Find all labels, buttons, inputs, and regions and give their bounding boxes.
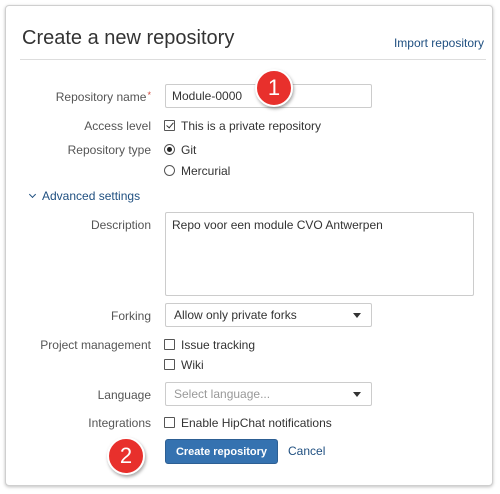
- hipchat-label: Enable HipChat notifications: [181, 416, 332, 430]
- mercurial-label: Mercurial: [181, 164, 231, 178]
- hipchat-checkbox[interactable]: [164, 417, 175, 428]
- advanced-settings-toggle[interactable]: Advanced settings: [28, 189, 141, 203]
- annotation-marker-2: 2: [107, 437, 145, 475]
- forking-select[interactable]: Allow only private forks: [165, 303, 372, 327]
- git-radio[interactable]: [164, 144, 175, 155]
- repository-name-label: Repository name*: [55, 90, 151, 104]
- caret-down-icon: [353, 313, 361, 318]
- issue-tracking-checkbox[interactable]: [164, 339, 175, 350]
- forking-label: Forking: [110, 309, 151, 323]
- repository-type-label: Repository type: [67, 143, 151, 157]
- chevron-down-icon: [28, 190, 37, 199]
- git-label: Git: [181, 143, 197, 157]
- caret-down-icon: [353, 392, 361, 397]
- wiki-checkbox[interactable]: [164, 359, 175, 370]
- advanced-settings-label: Advanced settings: [42, 189, 141, 203]
- private-repository-checkbox[interactable]: [164, 120, 175, 131]
- issue-tracking-label: Issue tracking: [181, 338, 256, 352]
- language-select[interactable]: Select language...: [165, 382, 372, 406]
- page-title: Create a new repository: [22, 27, 235, 49]
- language-label: Language: [97, 388, 151, 402]
- wiki-label: Wiki: [181, 358, 204, 372]
- integrations-label: Integrations: [88, 416, 151, 430]
- import-repository-link[interactable]: Import repository: [394, 36, 484, 50]
- cancel-link[interactable]: Cancel: [288, 444, 325, 458]
- annotation-marker-1: 1: [255, 69, 293, 107]
- forking-select-value: Allow only private forks: [174, 308, 297, 322]
- project-management-label: Project management: [40, 338, 151, 352]
- create-repository-button[interactable]: Create repository: [165, 439, 278, 464]
- access-level-label: Access level: [84, 119, 151, 133]
- description-textarea[interactable]: Repo voor een module CVO Antwerpen: [165, 212, 474, 296]
- mercurial-radio[interactable]: [164, 165, 175, 176]
- description-label: Description: [90, 218, 151, 232]
- language-select-placeholder: Select language...: [174, 387, 271, 401]
- panel-header: Create a new repository Import repositor…: [20, 14, 486, 60]
- private-repository-label: This is a private repository: [181, 119, 322, 133]
- required-indicator: *: [147, 90, 151, 100]
